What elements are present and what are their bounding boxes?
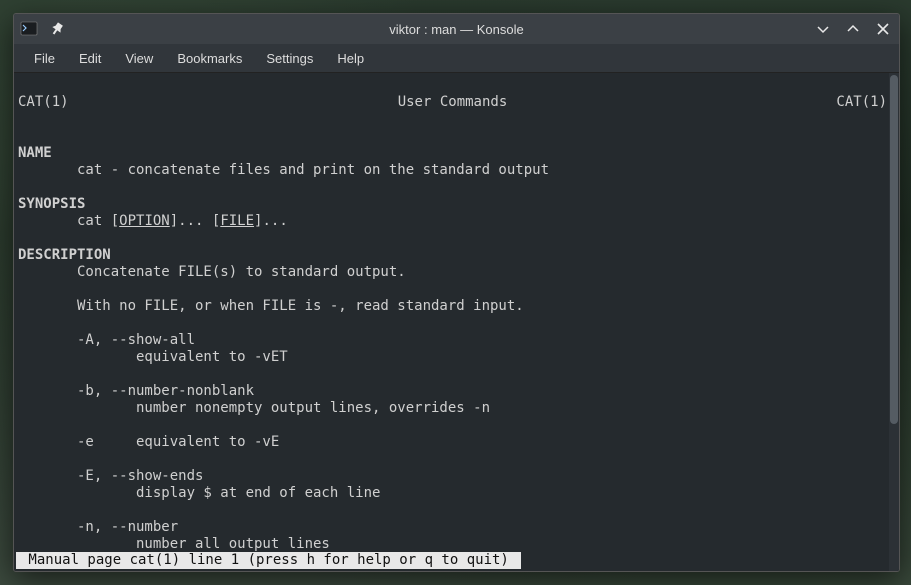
opt-n-head: -n, --number bbox=[18, 519, 178, 535]
man-header-right: CAT(1) bbox=[836, 94, 887, 111]
opt-E-head: -E, --show-ends bbox=[18, 468, 203, 484]
synopsis-file: FILE bbox=[220, 213, 254, 229]
man-header: CAT(1)User CommandsCAT(1) bbox=[18, 94, 887, 111]
section-synopsis: SYNOPSIS bbox=[18, 196, 85, 212]
titlebar-left bbox=[20, 20, 100, 38]
blank-line bbox=[18, 451, 26, 467]
section-name: NAME bbox=[18, 145, 52, 161]
blank-line bbox=[18, 502, 26, 518]
close-button[interactable] bbox=[873, 19, 893, 39]
terminal-area: CAT(1)User CommandsCAT(1) NAME cat - con… bbox=[14, 73, 899, 571]
blank-line bbox=[18, 179, 26, 195]
desc-line-2: With no FILE, or when FILE is -, read st… bbox=[18, 298, 524, 314]
blank-line bbox=[18, 315, 26, 331]
app-icon bbox=[20, 20, 38, 38]
man-header-left: CAT(1) bbox=[18, 94, 69, 111]
blank-line bbox=[18, 230, 26, 246]
opt-A-head: -A, --show-all bbox=[18, 332, 195, 348]
synopsis-option: OPTION bbox=[119, 213, 170, 229]
opt-A-body: equivalent to -vET bbox=[18, 349, 288, 365]
titlebar[interactable]: viktor : man — Konsole bbox=[14, 14, 899, 44]
konsole-window: viktor : man — Konsole File Edit View Bo… bbox=[13, 13, 900, 572]
scrollbar-thumb[interactable] bbox=[890, 75, 898, 424]
menubar: File Edit View Bookmarks Settings Help bbox=[14, 44, 899, 73]
menu-file[interactable]: File bbox=[24, 47, 65, 70]
menu-help[interactable]: Help bbox=[327, 47, 374, 70]
desc-line-1: Concatenate FILE(s) to standard output. bbox=[18, 264, 406, 280]
opt-E-body: display $ at end of each line bbox=[18, 485, 380, 501]
pin-icon[interactable] bbox=[48, 20, 66, 38]
scrollbar[interactable] bbox=[889, 73, 899, 571]
menu-settings[interactable]: Settings bbox=[256, 47, 323, 70]
menu-bookmarks[interactable]: Bookmarks bbox=[167, 47, 252, 70]
menu-view[interactable]: View bbox=[115, 47, 163, 70]
opt-e-line: -e equivalent to -vE bbox=[18, 434, 279, 450]
opt-s-head: -s, --squeeze-blank bbox=[18, 570, 237, 571]
man-status-line: Manual page cat(1) line 1 (press h for h… bbox=[16, 552, 521, 569]
maximize-button[interactable] bbox=[843, 19, 863, 39]
blank-line bbox=[18, 281, 26, 297]
window-controls bbox=[813, 19, 893, 39]
man-header-center: User Commands bbox=[69, 94, 837, 111]
section-description: DESCRIPTION bbox=[18, 247, 111, 263]
opt-n-body: number all output lines bbox=[18, 536, 330, 552]
name-line: cat - concatenate files and print on the… bbox=[18, 162, 549, 178]
blank-line bbox=[18, 128, 26, 144]
opt-b-head: -b, --number-nonblank bbox=[18, 383, 254, 399]
minimize-button[interactable] bbox=[813, 19, 833, 39]
opt-b-body: number nonempty output lines, overrides … bbox=[18, 400, 490, 416]
window-title: viktor : man — Konsole bbox=[100, 22, 813, 37]
blank-line bbox=[18, 366, 26, 382]
menu-edit[interactable]: Edit bbox=[69, 47, 111, 70]
blank-line bbox=[18, 417, 26, 433]
synopsis-line: cat [OPTION]... [FILE]... bbox=[18, 213, 288, 229]
terminal[interactable]: CAT(1)User CommandsCAT(1) NAME cat - con… bbox=[14, 73, 889, 571]
